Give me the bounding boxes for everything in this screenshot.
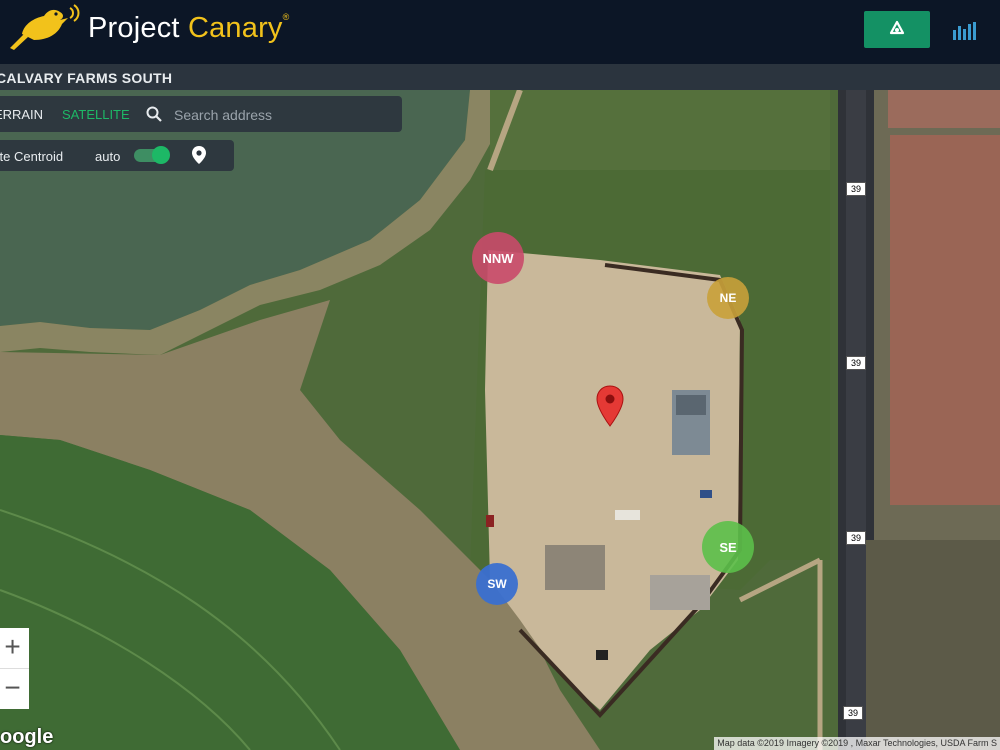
map-attribution[interactable]: Map data ©2019 Imagery ©2019 , Maxar Tec…	[714, 737, 1000, 750]
analytics-bars-icon[interactable]	[952, 20, 978, 42]
sensor-marker-sw[interactable]: SW	[476, 563, 518, 605]
registered-mark: ®	[282, 11, 290, 22]
sensor-marker-se[interactable]: SE	[702, 521, 754, 573]
toggle-knob	[152, 146, 170, 164]
tab-terrain[interactable]: TERRAIN	[0, 107, 43, 122]
site-centroid-pin-icon[interactable]	[596, 385, 624, 427]
sensor-marker-nnw[interactable]: NNW	[472, 232, 524, 284]
highway-shield: 39	[843, 706, 863, 720]
satellite-map[interactable]: 39 39 39 39 NNW NE SE SW	[0, 90, 1000, 750]
tab-satellite[interactable]: SATELLITE	[62, 107, 130, 122]
highway-shield: 39	[846, 182, 866, 196]
site-title: CALVARY FARMS SOUTH	[0, 70, 173, 86]
project-canary-logo[interactable]: Project Canary®	[4, 4, 289, 52]
search-icon	[146, 106, 162, 122]
recycle-icon	[889, 20, 905, 34]
site-centroid-panel: Site Centroid auto	[0, 140, 234, 171]
site-title-bar: CALVARY FARMS SOUTH	[0, 64, 1000, 90]
map-type-panel: TERRAIN SATELLITE	[0, 96, 402, 132]
logo-word-canary: Canary	[187, 11, 283, 44]
location-pin-icon[interactable]	[192, 146, 206, 164]
highway-shield: 39	[846, 356, 866, 370]
logo-word-project: Project	[88, 11, 180, 44]
google-logo: oogle	[0, 726, 54, 748]
highway-shield: 39	[846, 531, 866, 545]
auto-toggle[interactable]	[134, 146, 170, 164]
sensor-marker-ne[interactable]: NE	[707, 277, 749, 319]
site-centroid-label: Site Centroid	[0, 149, 64, 164]
auto-label: auto	[95, 149, 121, 164]
zoom-out-button[interactable]: −	[0, 669, 29, 709]
search-address-input[interactable]	[172, 104, 386, 126]
recycle-button[interactable]	[864, 11, 930, 48]
top-header: Project Canary®	[0, 0, 1000, 64]
zoom-in-button[interactable]: +	[0, 628, 29, 669]
canary-bird-icon	[10, 4, 80, 50]
logo-text: Project Canary®	[88, 12, 289, 45]
